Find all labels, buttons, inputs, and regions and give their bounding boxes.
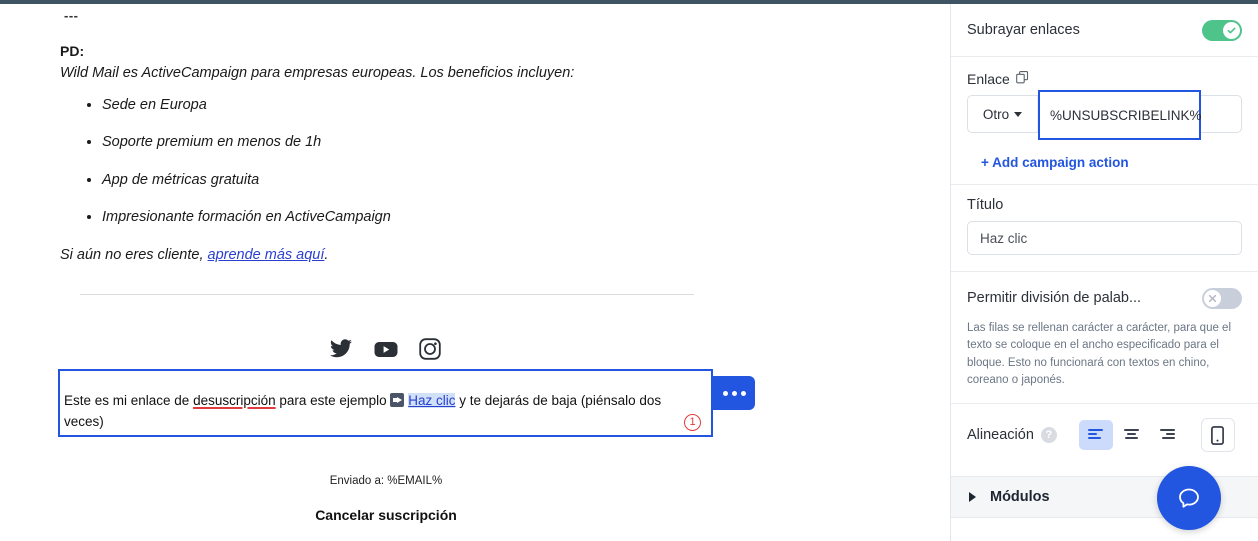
horizontal-divider (80, 294, 694, 295)
link-field-label: Enlace (967, 71, 1010, 87)
section-underline-links: Subrayar enlaces (951, 4, 1258, 57)
link-url-input[interactable]: %UNSUBSCRIBELINK% (1038, 90, 1202, 140)
instagram-icon[interactable] (419, 338, 441, 360)
separator-dashes: --- (64, 8, 79, 23)
twitter-icon[interactable] (329, 339, 353, 359)
toggle-knob (1223, 21, 1240, 39)
haz-clic-link[interactable]: Haz clic (408, 393, 456, 408)
list-item: App de métricas gratuita (102, 172, 715, 189)
email-body-content: --- PD: Wild Mail es ActiveCampaign para… (60, 4, 715, 263)
benefits-list: Sede en Europa Soporte premium en menos … (60, 97, 715, 227)
align-right-button[interactable] (1151, 420, 1185, 450)
title-input-value: Haz clic (980, 230, 1028, 246)
text-before-link: Este es mi enlace de (64, 393, 194, 408)
misspelled-word: desuscripción (193, 393, 276, 408)
hyphenation-row: Permitir división de palab... (967, 272, 1242, 324)
modules-label: Módulos (990, 489, 1050, 505)
block-more-options-button[interactable] (713, 376, 755, 410)
add-campaign-action-button[interactable]: + Add campaign action (967, 155, 1242, 170)
link-type-value: Otro (982, 106, 1010, 122)
alignment-button-group (1078, 418, 1235, 452)
underline-links-toggle[interactable] (1202, 19, 1242, 41)
section-link: Enlace Otro %UNSUBSCRIBELINK% + Add camp… (951, 57, 1258, 185)
link-type-select[interactable]: Otro (968, 96, 1038, 132)
underline-links-row: Subrayar enlaces (967, 4, 1242, 56)
chevron-down-icon (1014, 111, 1023, 117)
alignment-label: Alineación (967, 427, 1034, 443)
dot-icon (722, 390, 728, 396)
footer-sent-to: Enviado a: %EMAIL% (329, 475, 443, 487)
toggle-knob (1204, 289, 1221, 307)
youtube-icon[interactable] (373, 339, 399, 359)
email-canvas[interactable]: --- PD: Wild Mail es ActiveCampaign para… (0, 4, 950, 541)
list-item: Soporte premium en menos de 1h (102, 134, 715, 151)
closing-suffix-text: . (324, 246, 329, 263)
list-item: Impresionante formación en ActiveCampaig… (102, 209, 715, 226)
social-icons-row (0, 338, 770, 360)
postscript-intro: Wild Mail es ActiveCampaign para empresa… (60, 65, 575, 81)
closing-paragraph: Si aún no eres cliente, aprende más aquí… (60, 247, 715, 263)
text-middle: para este ejemplo (275, 393, 391, 408)
link-field-label-row: Enlace (967, 71, 1242, 87)
copy-icon[interactable] (1015, 71, 1029, 87)
chevron-right-icon (969, 492, 976, 502)
closing-prefix-text: Si aún no eres cliente, (60, 246, 208, 263)
hyphenation-toggle[interactable] (1202, 287, 1242, 309)
section-title: Título Haz clic (951, 185, 1258, 272)
learn-more-link[interactable]: aprende más aquí (208, 247, 325, 263)
link-marker-icon (390, 393, 405, 407)
section-alignment: Alineación ? (951, 404, 1258, 466)
selected-block-text[interactable]: Este es mi enlace de desuscripción para … (64, 391, 701, 433)
settings-panel: Subrayar enlaces Enlace Otro %UNSUBSCRIB… (950, 4, 1258, 541)
align-left-button[interactable] (1078, 420, 1113, 450)
link-url-value: %UNSUBSCRIBELINK% (1050, 107, 1202, 123)
link-count-badge: 1 (684, 414, 701, 431)
underline-links-label: Subrayar enlaces (967, 22, 1080, 38)
footer-unsubscribe-link[interactable]: Cancelar suscripción (0, 507, 772, 523)
dot-icon (740, 390, 746, 396)
hyphenation-helper-text: Las filas se rellenan carácter a carácte… (967, 322, 1232, 386)
link-input-group: Otro %UNSUBSCRIBELINK% (967, 90, 1242, 140)
postscript-label: PD: (60, 43, 85, 59)
title-input[interactable]: Haz clic (967, 221, 1242, 255)
dot-icon (731, 390, 737, 396)
alignment-label-row: Alineación ? (967, 427, 1057, 443)
list-item: Sede en Europa (102, 97, 715, 114)
section-hyphenation: Permitir división de palab... Las filas … (951, 272, 1258, 404)
hyphenation-label: Permitir división de palab... (967, 290, 1142, 306)
email-editor-screen: --- PD: Wild Mail es ActiveCampaign para… (0, 0, 1258, 541)
align-center-button[interactable] (1115, 420, 1149, 450)
help-chat-button[interactable] (1157, 466, 1221, 530)
help-icon[interactable]: ? (1040, 427, 1057, 443)
title-field-label: Título (967, 197, 1004, 213)
mobile-preview-icon[interactable] (1200, 418, 1235, 452)
selected-text-block[interactable]: Este es mi enlace de desuscripción para … (58, 369, 713, 437)
